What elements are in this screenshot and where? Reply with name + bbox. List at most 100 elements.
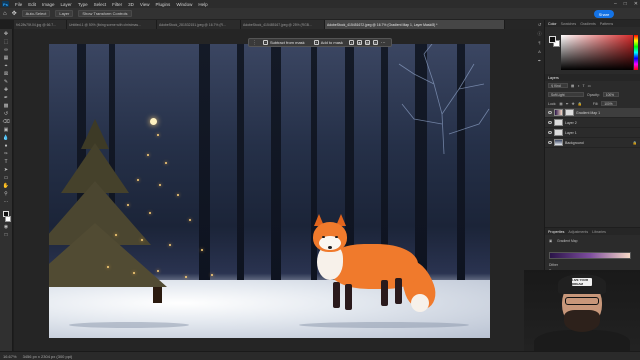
opacity-field[interactable]: 100% xyxy=(602,92,619,97)
lasso-tool-icon[interactable]: ∞ xyxy=(2,47,10,53)
brush-tool-icon[interactable]: ✒ xyxy=(2,95,10,101)
hue-slider[interactable] xyxy=(634,35,638,70)
filter-type-icon[interactable]: T xyxy=(582,84,584,88)
tab-swatches[interactable]: Swatches xyxy=(561,22,577,26)
show-transform-checkbox[interactable]: Show Transform Controls xyxy=(78,10,132,17)
share-button[interactable]: Share xyxy=(594,10,614,18)
quick-mask-icon[interactable]: ◉ xyxy=(2,224,10,230)
move-tool-icon[interactable]: ✥ xyxy=(12,10,17,17)
hand-tool-icon[interactable]: ✋ xyxy=(2,183,10,189)
menu-filter[interactable]: Filter xyxy=(112,2,122,7)
auto-select-target-dropdown[interactable]: Layer xyxy=(55,10,74,17)
history-brush-tool-icon[interactable]: ↺ xyxy=(2,111,10,117)
zoom-level[interactable]: 16.67% xyxy=(3,354,17,359)
menu-type[interactable]: Type xyxy=(78,2,88,7)
filter-adjustment-icon[interactable]: ◑ xyxy=(577,84,579,88)
gradient-preview[interactable] xyxy=(549,252,631,259)
tab-layers[interactable]: Layers xyxy=(548,76,559,80)
minimize-icon[interactable]: – xyxy=(614,1,617,7)
lock-transparent-icon[interactable]: ▦ xyxy=(559,102,562,106)
info-panel-icon[interactable]: ⓘ xyxy=(537,31,543,36)
home-icon[interactable]: ⌂ xyxy=(3,11,7,17)
document-tab[interactable]: AdobeStock_415485167.jpeg @ 25% (RGB... xyxy=(241,20,325,29)
clone-stamp-tool-icon[interactable]: ▩ xyxy=(2,103,10,109)
pen-tool-icon[interactable]: ✑ xyxy=(2,151,10,157)
filter-shape-icon[interactable]: ▭ xyxy=(588,84,591,88)
lock-position-icon[interactable]: ✥ xyxy=(572,102,575,106)
menu-layer[interactable]: Layer xyxy=(61,2,72,7)
move-tool-icon[interactable]: ✥ xyxy=(2,31,10,37)
filter-pixel-icon[interactable]: ▦ xyxy=(571,84,574,88)
menu-select[interactable]: Select xyxy=(94,2,107,7)
marquee-tool-icon[interactable]: ⬚ xyxy=(2,39,10,45)
subtract-from-mask-button[interactable]: − Subtract from mask xyxy=(260,40,308,46)
menu-3d[interactable]: 3D xyxy=(128,2,134,7)
drag-handle-icon[interactable]: ⋮ xyxy=(252,40,257,46)
path-select-tool-icon[interactable]: ➤ xyxy=(2,167,10,173)
layer-kind-filter[interactable]: ⚲ Kind xyxy=(548,83,568,88)
character-panel-icon[interactable]: A xyxy=(537,49,543,54)
lock-image-icon[interactable]: ✒ xyxy=(566,102,569,106)
history-panel-icon[interactable]: ↺ xyxy=(537,22,543,27)
layer-row[interactable]: Layer 1 xyxy=(545,128,640,138)
visibility-eye-icon[interactable] xyxy=(548,121,552,124)
layer-row[interactable]: Background 🔒 xyxy=(545,138,640,148)
zoom-tool-icon[interactable]: ⚲ xyxy=(2,191,10,197)
tab-color[interactable]: Color xyxy=(548,22,557,26)
menu-image[interactable]: Image xyxy=(42,2,55,7)
fill-mask-icon[interactable]: ■ xyxy=(356,40,362,45)
document-canvas[interactable] xyxy=(49,44,490,338)
lock-all-icon[interactable]: 🔒 xyxy=(578,102,582,106)
tab-libraries[interactable]: Libraries xyxy=(592,230,606,234)
document-tab[interactable]: Untitled-1 @ 50% (fixing scene with chri… xyxy=(67,20,157,29)
menu-help[interactable]: Help xyxy=(198,2,207,7)
auto-select-checkbox[interactable]: Auto-Select xyxy=(21,10,51,17)
document-tab[interactable]: AdobeStock_281532151.jpeg @ 16.7% (R... xyxy=(157,20,241,29)
background-color-swatch[interactable] xyxy=(4,216,11,222)
blend-mode-dropdown[interactable]: Soft Light xyxy=(548,92,584,97)
foreground-color-swatch[interactable] xyxy=(549,36,556,43)
dodge-tool-icon[interactable]: ● xyxy=(2,143,10,149)
shape-tool-icon[interactable]: ▭ xyxy=(2,175,10,181)
refine-mask-icon[interactable]: ◍ xyxy=(364,40,370,45)
eyedropper-tool-icon[interactable]: ✎ xyxy=(2,79,10,85)
more-options-icon[interactable]: ⋯ xyxy=(381,40,386,46)
link-icon[interactable]: ∞ xyxy=(372,40,378,45)
eraser-tool-icon[interactable]: ⌫ xyxy=(2,119,10,125)
blur-tool-icon[interactable]: 💧 xyxy=(2,135,10,141)
paragraph-panel-icon[interactable]: ¶ xyxy=(537,40,543,45)
menu-plugins[interactable]: Plugins xyxy=(156,2,171,7)
tab-gradients[interactable]: Gradients xyxy=(580,22,596,26)
add-to-mask-button[interactable]: + Add to mask xyxy=(311,40,346,46)
layer-mask-thumbnail[interactable] xyxy=(565,109,574,116)
document-info[interactable]: 3456 px x 2304 px (300 ppi) xyxy=(23,354,73,359)
gradient-tool-icon[interactable]: ▣ xyxy=(2,127,10,133)
dither-checkbox[interactable]: Dither xyxy=(549,263,558,267)
tab-properties[interactable]: Properties xyxy=(548,230,564,234)
layer-row[interactable]: Gradient Map 1 xyxy=(545,108,640,118)
close-icon[interactable]: ✕ xyxy=(634,1,638,7)
more-tools-icon[interactable]: ⋯ xyxy=(2,199,10,205)
visibility-eye-icon[interactable] xyxy=(548,141,552,144)
healing-brush-tool-icon[interactable]: ✚ xyxy=(2,87,10,93)
frame-tool-icon[interactable]: ⊠ xyxy=(2,71,10,77)
color-field[interactable] xyxy=(561,35,633,70)
menu-edit[interactable]: Edit xyxy=(28,2,36,7)
object-select-tool-icon[interactable]: ▦ xyxy=(2,55,10,61)
menu-view[interactable]: View xyxy=(140,2,150,7)
visibility-eye-icon[interactable] xyxy=(548,111,552,114)
document-tab[interactable]: fir128v75f-04.jpg @ 66.7... xyxy=(14,20,67,29)
invert-mask-icon[interactable]: ◑ xyxy=(348,40,354,45)
document-tab-active[interactable]: AdobeStock_415451672.jpeg @ 16.7% (Gradi… xyxy=(325,20,505,29)
crop-tool-icon[interactable]: ⌖ xyxy=(2,63,10,69)
fill-field[interactable]: 100% xyxy=(601,101,618,106)
type-tool-icon[interactable]: T xyxy=(2,159,10,165)
maximize-icon[interactable]: □ xyxy=(624,1,627,7)
tab-patterns[interactable]: Patterns xyxy=(600,22,613,26)
menu-window[interactable]: Window xyxy=(176,2,192,7)
screen-mode-icon[interactable]: □ xyxy=(2,232,10,238)
tab-adjustments[interactable]: Adjustments xyxy=(568,230,588,234)
brush-panel-icon[interactable]: ✒ xyxy=(537,58,543,63)
visibility-eye-icon[interactable] xyxy=(548,131,552,134)
layer-row[interactable]: Layer 2 xyxy=(545,118,640,128)
